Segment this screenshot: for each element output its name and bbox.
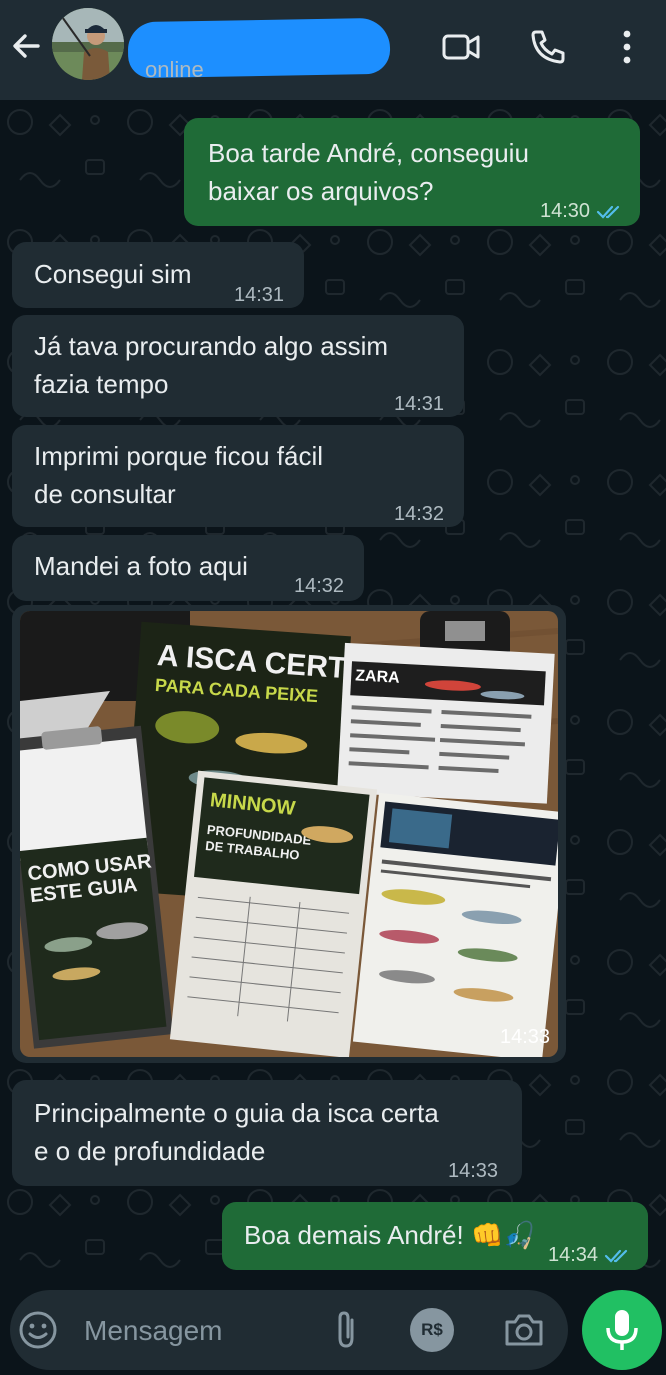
- kebab-menu-icon[interactable]: [606, 26, 648, 68]
- message-time: 14:34: [548, 1236, 632, 1274]
- mic-button[interactable]: [582, 1290, 662, 1370]
- message-text: Já tava procurando algo assim fazia temp…: [34, 331, 389, 399]
- smiley-icon[interactable]: [16, 1308, 60, 1352]
- message-bubble-incoming[interactable]: Principalmente o guia da isca certa e o …: [12, 1080, 522, 1186]
- poster-zara: ZARA: [355, 667, 401, 686]
- message-time: 14:33: [500, 1026, 550, 1048]
- emoji-fist-fishing: 👊🎣: [470, 1220, 536, 1250]
- message-input[interactable]: [82, 1310, 316, 1352]
- arrow-left-icon[interactable]: [8, 28, 44, 64]
- chat-header: online: [0, 0, 666, 100]
- message-time: 14:31: [394, 393, 445, 415]
- message-bubble-incoming[interactable]: Consegui sim 14:31: [12, 242, 304, 308]
- message-bubble-outgoing[interactable]: Boa demais André! 👊🎣 14:34: [222, 1202, 648, 1270]
- contact-status: online: [145, 57, 204, 82]
- read-ticks-icon: [596, 205, 620, 219]
- message-time: 14:33: [448, 1160, 499, 1182]
- image-message[interactable]: A ISCA CERTA PARA CADA PEIXE ZARA COMO U…: [12, 605, 566, 1063]
- message-composer: R$: [10, 1290, 568, 1370]
- message-text: Mandei a foto aqui: [34, 551, 248, 581]
- message-bubble-incoming[interactable]: Imprimi porque ficou fácil de consultar …: [12, 425, 464, 527]
- currency-icon[interactable]: R$: [410, 1308, 454, 1352]
- camera-icon[interactable]: [502, 1308, 546, 1352]
- phone-icon[interactable]: [527, 26, 569, 68]
- message-time: 14:31: [234, 284, 285, 306]
- message-bubble-outgoing[interactable]: Boa tarde André, conseguiu baixar os arq…: [184, 118, 640, 226]
- microphone-icon: [606, 1310, 638, 1350]
- message-time: 14:32: [394, 503, 445, 525]
- message-text: Boa tarde André, conseguiu baixar os arq…: [208, 138, 529, 206]
- message-bubble-incoming[interactable]: Já tava procurando algo assim fazia temp…: [12, 315, 464, 417]
- message-bubble-incoming[interactable]: Mandei a foto aqui 14:32: [12, 535, 364, 601]
- message-time: 14:30: [540, 192, 624, 230]
- message-text: Principalmente o guia da isca certa e o …: [34, 1098, 439, 1166]
- message-text: Consegui sim: [34, 259, 192, 289]
- photo-printed-fishing-guides[interactable]: A ISCA CERTA PARA CADA PEIXE ZARA COMO U…: [20, 611, 558, 1057]
- message-text: Imprimi porque ficou fácil de consultar: [34, 441, 323, 509]
- message-time: 14:32: [294, 575, 345, 597]
- message-text: Boa demais André! 👊🎣: [244, 1220, 536, 1250]
- paperclip-icon[interactable]: [324, 1308, 368, 1352]
- avatar[interactable]: [52, 8, 124, 80]
- read-ticks-icon: [604, 1249, 628, 1263]
- currency-label: R$: [421, 1320, 443, 1339]
- video-camera-icon[interactable]: [440, 26, 482, 68]
